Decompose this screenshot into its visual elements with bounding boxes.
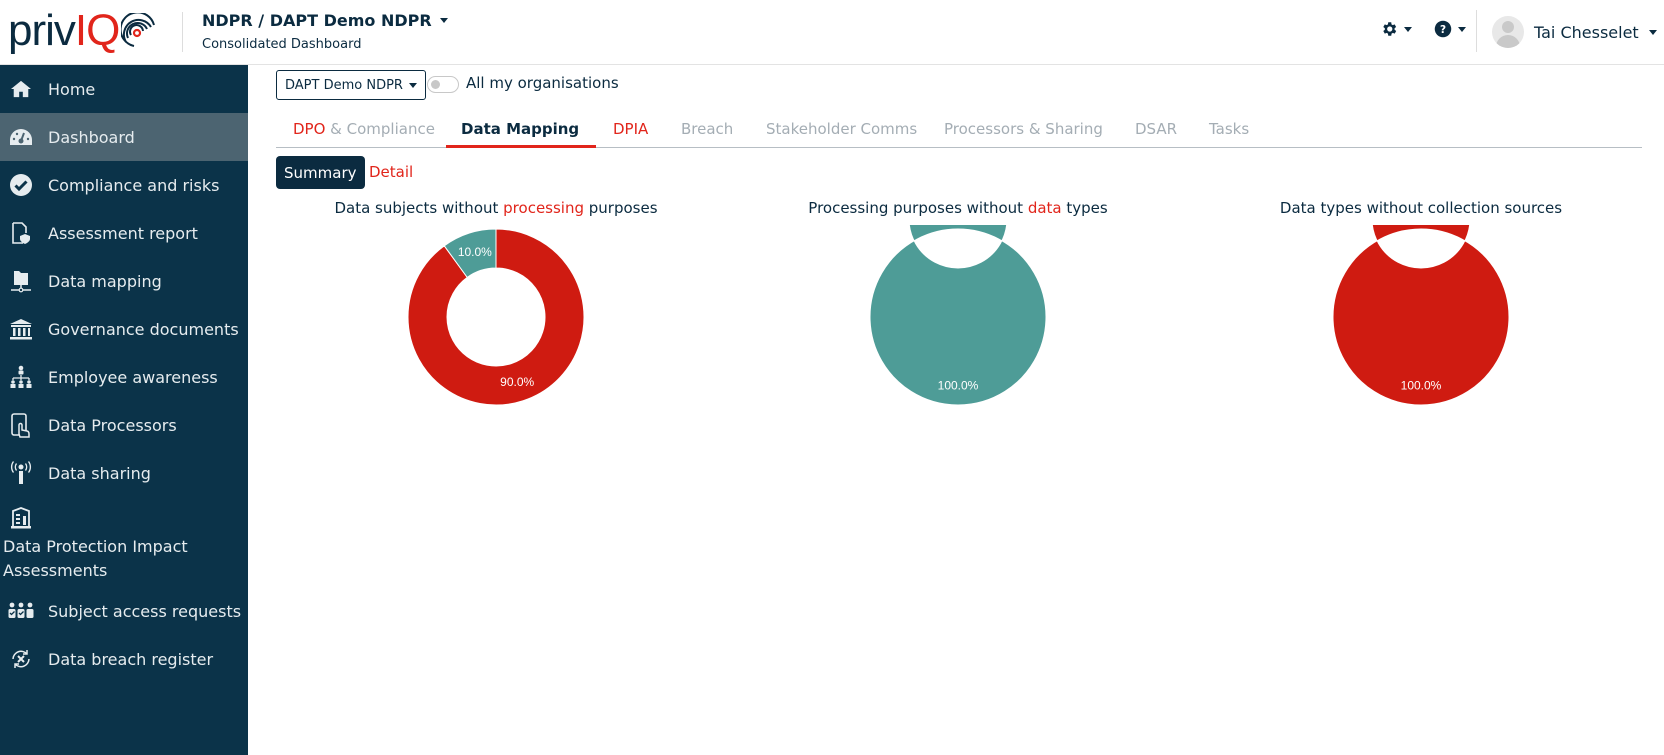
dashboard-tabs: DPO & Compliance Data Mapping DPIA Breac… [276, 112, 1642, 148]
chevron-down-icon [408, 82, 417, 88]
logo-text-iq: IQ [74, 6, 120, 55]
donut-chart-processing-purposes: 100.0% [869, 225, 1047, 406]
sidebar-item-data-breach-register[interactable]: Data breach register [0, 635, 248, 683]
logo-text-priv: priv [8, 6, 76, 55]
sidebar-item-subject-access-requests[interactable]: Subject access requests [0, 587, 248, 635]
breach-cycle-icon [8, 648, 34, 670]
sidebar: Home Dashboard Compliance and risks Asse… [0, 65, 248, 755]
broadcast-icon [8, 461, 34, 484]
sidebar-label: Dashboard [48, 127, 135, 147]
tab-dsar[interactable]: DSAR [1135, 120, 1177, 138]
all-organisations-label: All my organisations [466, 74, 619, 92]
tab-tasks[interactable]: Tasks [1209, 120, 1249, 138]
dashboard-gauge-icon [8, 126, 34, 148]
donut-data-label: 10.0% [458, 245, 492, 259]
help-menu-button[interactable]: ? [1434, 20, 1466, 38]
home-icon [8, 78, 34, 100]
sidebar-item-assessment-report[interactable]: Assessment report [0, 209, 248, 257]
chevron-down-icon [1458, 26, 1466, 32]
sidebar-label: Data sharing [48, 463, 151, 483]
sidebar-item-dashboard[interactable]: Dashboard [0, 113, 248, 161]
user-menu[interactable]: Tai Chesselet [1492, 16, 1657, 48]
users-check-icon [8, 600, 34, 622]
building-icon [8, 507, 34, 529]
chart-title: Processing purposes without data types [808, 199, 1108, 217]
chevron-down-icon [439, 18, 448, 23]
sidebar-item-governance[interactable]: Governance documents [0, 305, 248, 353]
fingerprint-icon [121, 13, 156, 47]
chart-title: Data subjects without processing purpose… [334, 199, 658, 217]
report-shield-icon [8, 222, 34, 244]
organisation-select[interactable]: DAPT Demo NDPR [276, 70, 426, 100]
avatar [1492, 16, 1524, 48]
sidebar-label: Data breach register [48, 649, 214, 669]
gear-icon [1383, 22, 1397, 36]
sidebar-label: Data Protection Impact Assessments [3, 537, 188, 580]
sidebar-item-compliance[interactable]: Compliance and risks [0, 161, 248, 209]
subtab-summary[interactable]: Summary [276, 156, 365, 189]
organisation-breadcrumb[interactable]: NDPR / DAPT Demo NDPR [202, 11, 448, 30]
sidebar-label: Data Processors [48, 415, 177, 435]
sidebar-label: Governance documents [48, 319, 239, 339]
chart-title: Data types without collection sources [1279, 199, 1563, 217]
top-header: priv IQ NDPR / DAPT Demo NDPR Consolidate… [0, 0, 1664, 65]
donut-chart-data-subjects: 90.0% 10.0% [407, 228, 585, 406]
tab-dpia[interactable]: DPIA [613, 120, 648, 138]
org-chart-icon [8, 365, 34, 388]
donut-data-label: 100.0% [1401, 379, 1442, 393]
header-divider [1476, 10, 1477, 52]
check-circle-icon [8, 174, 34, 196]
donut-chart-data-types: 100.0% [1332, 225, 1510, 406]
breadcrumb-text: NDPR / DAPT Demo NDPR [202, 11, 432, 30]
tablet-hand-icon [8, 413, 34, 438]
tab-dpo-compliance[interactable]: DPO & Compliance [293, 120, 435, 138]
sidebar-label: Subject access requests [48, 601, 242, 621]
tab-data-mapping[interactable]: Data Mapping [461, 120, 579, 138]
sidebar-item-data-sharing[interactable]: Data sharing [0, 449, 248, 497]
all-organisations-toggle[interactable] [427, 76, 459, 93]
institution-icon [8, 318, 34, 340]
sidebar-item-data-processors[interactable]: Data Processors [0, 401, 248, 449]
sidebar-item-home[interactable]: Home [0, 65, 248, 113]
sidebar-label: Home [48, 79, 96, 99]
subtab-detail[interactable]: Detail [369, 163, 413, 181]
tab-processors-sharing[interactable]: Processors & Sharing [944, 120, 1103, 138]
tab-stakeholder-comms[interactable]: Stakeholder Comms [766, 120, 917, 138]
user-name: Tai Chesselet [1534, 22, 1639, 42]
sidebar-label: Data mapping [48, 271, 162, 291]
settings-menu-button[interactable] [1380, 20, 1412, 38]
network-folder-icon [8, 270, 34, 293]
organisation-select-value: DAPT Demo NDPR [285, 77, 403, 93]
sidebar-item-employee-awareness[interactable]: Employee awareness [0, 353, 248, 401]
sidebar-label: Employee awareness [48, 367, 218, 387]
chevron-down-icon [1404, 26, 1412, 32]
sidebar-item-dpia[interactable]: Data Protection Impact Assessments [0, 497, 248, 587]
donut-data-label: 100.0% [938, 379, 979, 393]
help-icon: ? [1434, 20, 1452, 38]
header-divider [182, 12, 183, 52]
donut-data-label: 90.0% [500, 375, 534, 389]
sidebar-label: Assessment report [48, 223, 198, 243]
priviq-logo[interactable]: priv IQ [8, 9, 157, 53]
sidebar-label: Compliance and risks [48, 175, 220, 195]
tab-breach[interactable]: Breach [681, 120, 733, 138]
sidebar-item-data-mapping[interactable]: Data mapping [0, 257, 248, 305]
active-tab-indicator [446, 145, 596, 148]
page-subtitle: Consolidated Dashboard [202, 37, 362, 52]
chevron-down-icon [1648, 29, 1657, 35]
svg-text:?: ? [1440, 24, 1446, 36]
